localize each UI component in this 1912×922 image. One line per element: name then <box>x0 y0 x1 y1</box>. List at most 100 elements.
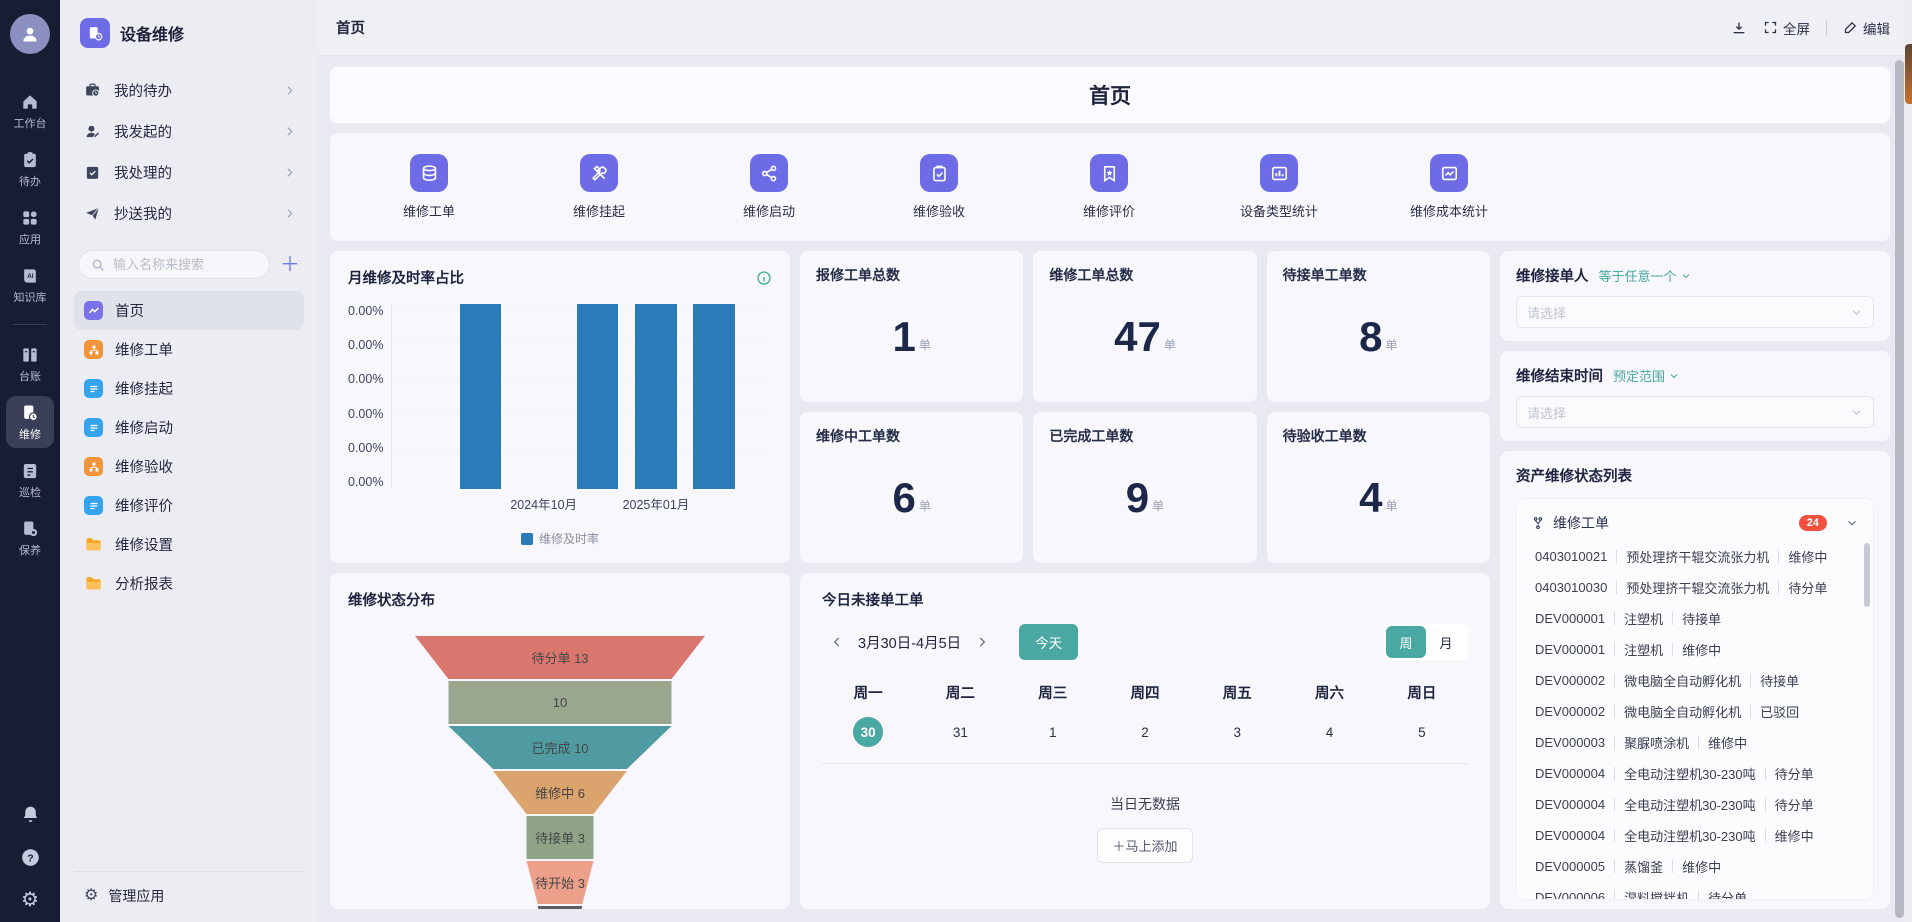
sidebar-item-维修工单[interactable]: 维修工单 <box>74 330 304 369</box>
doc-lines-icon <box>84 379 103 398</box>
sidebar-item-维修启动[interactable]: 维修启动 <box>74 408 304 447</box>
asset-row[interactable]: DEV000001 注塑机 待接单 <box>1529 603 1861 634</box>
add-page-button[interactable]: ＋ <box>280 255 300 275</box>
rail-item-台账[interactable]: 台账 <box>6 338 54 390</box>
rail-item-工作台[interactable]: 工作台 <box>6 85 54 137</box>
bell-icon[interactable] <box>20 804 41 825</box>
today-button[interactable]: 今天 <box>1019 624 1078 660</box>
receiver-select[interactable]: 请选择 <box>1516 296 1874 328</box>
list-scrollbar-thumb[interactable] <box>1864 543 1870 607</box>
rail-item-维修[interactable]: 维修 <box>6 396 54 448</box>
sidebar-item-维修评价[interactable]: 维修评价 <box>74 486 304 525</box>
asset-row[interactable]: DEV000005 蒸馏釜 维修中 <box>1529 851 1861 882</box>
stat-card-已完成工单数: 已完成工单数 9 单 <box>1033 412 1256 563</box>
search-input[interactable] <box>113 257 257 272</box>
asset-row[interactable]: DEV000006 湿料搅拌机 待分单 <box>1529 882 1861 900</box>
rail-item-待办[interactable]: 待办 <box>6 143 54 195</box>
quick-action-维修挂起[interactable]: 维修挂起 <box>514 154 684 220</box>
stat-card-待验收工单数: 待验收工单数 4 单 <box>1267 412 1490 563</box>
quick-action-设备类型统计[interactable]: 设备类型统计 <box>1194 154 1364 220</box>
sidebar-group-抄送我的[interactable]: 抄送我的 <box>74 193 304 234</box>
quick-action-维修工单[interactable]: 维修工单 <box>344 154 514 220</box>
quick-action-维修验收[interactable]: 维修验收 <box>854 154 1024 220</box>
endtime-select[interactable]: 请选择 <box>1516 396 1874 428</box>
sidebar-group-我发起的[interactable]: 我发起的 <box>74 111 304 152</box>
rail-item-保养[interactable]: 保养 <box>6 512 54 564</box>
quick-action-维修评价[interactable]: 维修评价 <box>1024 154 1194 220</box>
asset-group-header[interactable]: 维修工单 24 <box>1529 509 1861 541</box>
asset-row[interactable]: 0403010021 预处理挤干辊交流张力机 维修中 <box>1529 541 1861 572</box>
stat-card-报修工单总数: 报修工单总数 1 单 <box>800 251 1023 402</box>
download-button[interactable] <box>1731 20 1747 36</box>
clipboard-check-icon <box>920 154 958 192</box>
add-now-button[interactable]: ＋马上添加 <box>1097 828 1192 863</box>
sidebar-item-维修验收[interactable]: 维修验收 <box>74 447 304 486</box>
funnel-segment-待开始: 待开始 3 <box>410 861 710 904</box>
stat-unit: 单 <box>1385 497 1397 514</box>
calendar-date-1[interactable]: 1 <box>1038 717 1068 747</box>
funnel-segment-维修中: 维修中 6 <box>410 771 710 814</box>
manage-app-button[interactable]: ⚙ 管理应用 <box>74 871 304 908</box>
prev-week-button[interactable] <box>822 635 852 649</box>
month-view-button[interactable]: 月 <box>1426 626 1466 658</box>
calendar-card: 今日未接单工单 3月30日-4月5日 今天 周 月 周一周二周三周四周五周六周日 <box>800 573 1490 909</box>
funnel-segment-已完成: 已完成 10 <box>410 726 710 769</box>
asset-row[interactable]: DEV000003 聚脲喷涂机 维修中 <box>1529 727 1861 758</box>
funnel-segment-待接单: 待接单 3 <box>410 816 710 859</box>
calendar-date-2[interactable]: 2 <box>1130 717 1160 747</box>
next-week-button[interactable] <box>967 635 997 649</box>
sidebar-group-我处理的[interactable]: 我处理的 <box>74 152 304 193</box>
info-icon[interactable] <box>756 270 772 286</box>
y-tick-label: 0.00% <box>348 407 383 421</box>
settings-gear-icon[interactable]: ⚙ <box>21 890 39 910</box>
sidebar-item-首页[interactable]: 首页 <box>74 291 304 330</box>
sidebar-search[interactable] <box>78 250 270 279</box>
user-avatar[interactable] <box>10 14 50 54</box>
sidebar-item-维修设置[interactable]: 维修设置 <box>74 525 304 564</box>
rail-item-巡检[interactable]: 巡检 <box>6 454 54 506</box>
app-shell: 工作台 待办 应用 AI 知识库 台账 维修 巡检 保养 ? ⚙ 设备维修 <box>0 0 1912 922</box>
filter-operator[interactable]: 预定范围 <box>1613 366 1680 385</box>
chart-trend-icon <box>1430 154 1468 192</box>
sidebar-item-维修挂起[interactable]: 维修挂起 <box>74 369 304 408</box>
asset-row[interactable]: DEV000002 微电脑全自动孵化机 待接单 <box>1529 665 1861 696</box>
page-banner: 首页 <box>330 67 1890 123</box>
status-text: 待分单 <box>1775 795 1814 814</box>
fullscreen-button[interactable]: 全屏 <box>1763 18 1810 38</box>
stat-value: 8 <box>1359 313 1382 361</box>
edit-button[interactable]: 编辑 <box>1843 18 1890 38</box>
help-icon[interactable]: ? <box>20 847 41 868</box>
rail-item-知识库[interactable]: AI 知识库 <box>6 259 54 311</box>
calendar-date-5[interactable]: 5 <box>1407 717 1437 747</box>
calendar-date-3[interactable]: 3 <box>1222 717 1252 747</box>
calendar-date-30[interactable]: 30 <box>853 717 883 747</box>
calendar-date-4[interactable]: 4 <box>1315 717 1345 747</box>
stat-card-维修中工单数: 维修中工单数 6 单 <box>800 412 1023 563</box>
asset-row[interactable]: DEV000004 全电动注塑机30-230吨 待分单 <box>1529 789 1861 820</box>
chevron-down-icon[interactable] <box>1845 516 1859 530</box>
calendar-date-31[interactable]: 31 <box>945 717 975 747</box>
status-text: 待分单 <box>1775 764 1814 783</box>
sidebar-item-分析报表[interactable]: 分析报表 <box>74 564 304 603</box>
rail-item-应用[interactable]: 应用 <box>6 201 54 253</box>
asset-row[interactable]: DEV000002 微电脑全自动孵化机 已驳回 <box>1529 696 1861 727</box>
fullscreen-icon <box>1763 20 1778 35</box>
app-title: 设备维修 <box>120 21 184 45</box>
asset-row[interactable]: DEV000004 全电动注塑机30-230吨 待分单 <box>1529 758 1861 789</box>
edit-pencil-icon <box>1843 20 1858 35</box>
stat-unit: 单 <box>1152 497 1164 514</box>
page-scrollbar-thumb[interactable] <box>1905 44 1912 104</box>
dashboard-content: 首页 维修工单 维修挂起 维修启动 维修验收 维修评价 设备类型统计 维修成本统… <box>318 56 1912 922</box>
filter-operator[interactable]: 等于任意一个 <box>1599 266 1692 285</box>
doc-lines-icon <box>84 418 103 437</box>
quick-action-维修成本统计[interactable]: 维修成本统计 <box>1364 154 1534 220</box>
asset-row[interactable]: DEV000004 全电动注塑机30-230吨 维修中 <box>1529 820 1861 851</box>
quick-action-维修启动[interactable]: 维修启动 <box>684 154 854 220</box>
content-scrollbar-thumb[interactable] <box>1895 60 1904 918</box>
week-view-button[interactable]: 周 <box>1386 626 1426 658</box>
asset-row[interactable]: 0403010030 预处理挤干辊交流张力机 待分单 <box>1529 572 1861 603</box>
weekday-label: 周一 <box>822 682 914 703</box>
sidebar-group-我的待办[interactable]: 我的待办 <box>74 70 304 111</box>
asset-row[interactable]: DEV000001 注塑机 维修中 <box>1529 634 1861 665</box>
page-scrollbar-track[interactable] <box>1905 0 1912 922</box>
